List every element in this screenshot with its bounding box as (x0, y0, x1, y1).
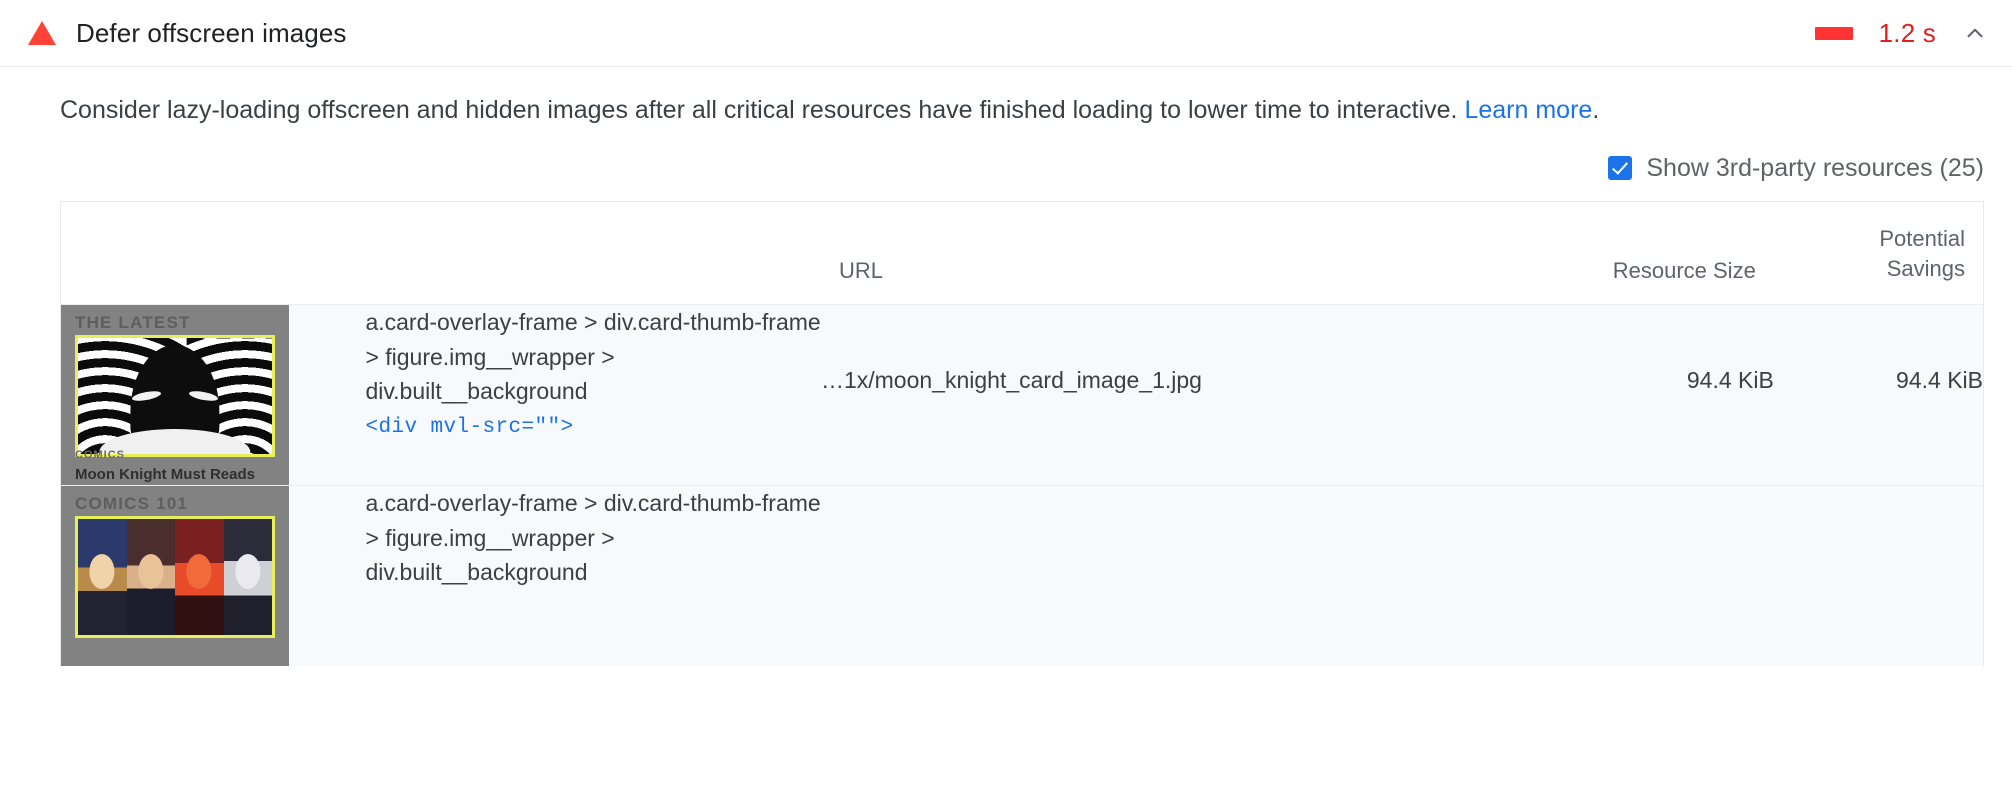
moon-knight-thumbnail: THE LATEST COMICS Moon Knight Must Reads (61, 305, 289, 486)
audit-header[interactable]: Defer offscreen images 1.2 s (0, 0, 2012, 67)
learn-more-link[interactable]: Learn more (1464, 96, 1592, 124)
row-node-cell: a.card-overlay-frame > div.card-thumb-fr… (365, 304, 821, 486)
audit-header-right: 1.2 s (1814, 17, 1988, 49)
score-bar-indicator (1814, 26, 1853, 40)
row-resource-size-cell: 94.4 KiB (1425, 304, 1774, 486)
node-path: a.card-overlay-frame > div.card-thumb-fr… (365, 309, 821, 404)
row-thumbnail-cell: COMICS 101 (61, 485, 366, 667)
potential-savings-line-2: Savings (1886, 256, 1965, 282)
table-row[interactable]: COMICS 101 a.card-overlay-frame > div.ca… (61, 485, 1983, 667)
thumbnail-artwork (75, 335, 275, 458)
warning-triangle-icon (28, 21, 56, 45)
third-party-filter-row[interactable]: Show 3rd-party resources (25) (0, 128, 2012, 183)
row-potential-savings-cell (1773, 485, 1983, 667)
table-header-row: URL Resource Size Potential Savings (61, 202, 1983, 305)
resource-size-value: 94.4 KiB (1686, 367, 1774, 394)
details-table-container: URL Resource Size Potential Savings THE … (60, 200, 1984, 667)
column-header-potential-savings[interactable]: Potential Savings (1774, 202, 1983, 305)
details-table-head: URL Resource Size Potential Savings (61, 202, 1983, 305)
checkbox-checked-icon[interactable] (1608, 156, 1633, 181)
node-path: a.card-overlay-frame > div.card-thumb-fr… (365, 490, 821, 585)
metric-value: 1.2 s (1878, 17, 1936, 48)
column-header-url[interactable]: URL (821, 202, 1425, 305)
thumbnail-kicker: COMICS 101 (75, 494, 189, 514)
chevron-up-icon[interactable] (1962, 20, 1988, 46)
row-url-cell[interactable] (820, 485, 1426, 667)
row-thumbnail-cell: THE LATEST COMICS Moon Knight Must Reads (61, 304, 366, 486)
group-characters-thumbnail: COMICS 101 (61, 486, 289, 667)
thumbnail-kicker: THE LATEST (75, 313, 191, 333)
row-potential-savings-cell: 94.4 KiB (1773, 304, 1983, 486)
row-resource-size-cell (1425, 485, 1774, 667)
potential-savings-line-1: Potential (1879, 225, 1965, 251)
node-snippet[interactable]: <div mvl-src=""> (365, 416, 821, 439)
resource-url[interactable]: …1x/moon_knight_card_image_1.jpg (821, 305, 1425, 394)
lighthouse-audit-panel: Defer offscreen images 1.2 s Consider la… (0, 0, 2012, 798)
audit-description-text: Consider lazy-loading offscreen and hidd… (60, 96, 1465, 124)
table-row[interactable]: THE LATEST COMICS Moon Knight Must Reads (61, 304, 1983, 486)
details-table: URL Resource Size Potential Savings THE … (61, 202, 1983, 667)
row-url-cell[interactable]: …1x/moon_knight_card_image_1.jpg (820, 304, 1426, 486)
column-header-thumbnail (61, 202, 365, 305)
potential-savings-value: 94.4 KiB (1896, 367, 1983, 394)
page-title: Defer offscreen images (76, 17, 347, 48)
thumbnail-caption-title: Moon Knight Must Reads (75, 466, 255, 484)
details-table-body: THE LATEST COMICS Moon Knight Must Reads (61, 304, 1983, 667)
audit-description: Consider lazy-loading offscreen and hidd… (0, 67, 2012, 128)
column-header-node (365, 202, 821, 305)
thumbnail-caption-sub: COMICS (75, 449, 125, 462)
row-node-cell: a.card-overlay-frame > div.card-thumb-fr… (365, 485, 821, 667)
thumbnail-artwork (75, 516, 275, 639)
audit-description-period: . (1592, 96, 1600, 124)
third-party-filter-label: Show 3rd-party resources (25) (1646, 153, 1984, 182)
column-header-resource-size[interactable]: Resource Size (1425, 202, 1774, 305)
